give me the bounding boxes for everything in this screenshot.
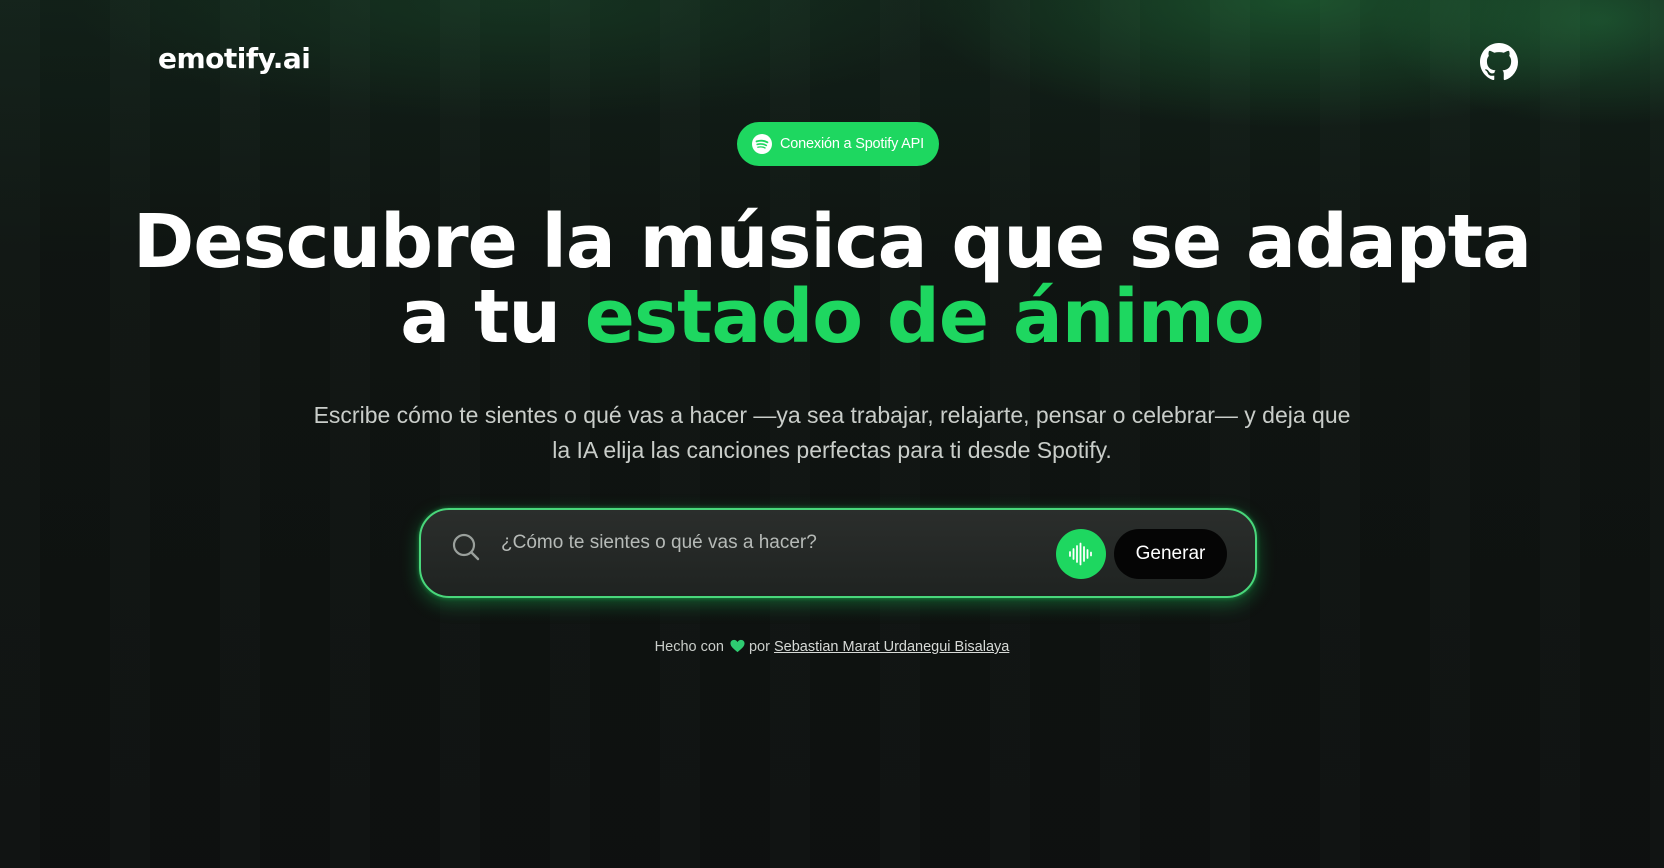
spotify-icon — [752, 134, 773, 154]
mood-search-bar: Generar — [419, 508, 1257, 598]
hero-title-line2: a tu estado de ánimo — [0, 280, 1664, 355]
github-icon[interactable] — [1480, 43, 1518, 81]
voice-input-button[interactable] — [1056, 529, 1106, 579]
footer-made-with: Hecho con — [654, 639, 724, 655]
brand-logo[interactable]: emotify.ai — [158, 42, 311, 75]
hero-subtitle: Escribe cómo te sientes o qué vas a hace… — [0, 398, 1664, 468]
spotify-api-badge[interactable]: Conexión a Spotify API — [737, 122, 939, 166]
hero-title: Descubre la música que se adapta a tu es… — [0, 205, 1664, 355]
hero-title-line1: Descubre la música que se adapta — [132, 199, 1532, 285]
hero-subtitle-line1: Escribe cómo te sientes o qué vas a hace… — [313, 402, 1351, 428]
footer-credit: Hecho con por Sebastian Marat Urdanegui B… — [0, 639, 1664, 655]
mood-input[interactable] — [499, 524, 1043, 562]
search-icon — [452, 533, 480, 561]
sound-wave-icon — [1069, 542, 1092, 566]
green-heart-icon — [730, 639, 745, 653]
hero-subtitle-line2: la IA elija las canciones perfectas para… — [552, 437, 1112, 463]
footer-by: por — [748, 639, 770, 655]
hero-title-prefix: a tu — [400, 274, 585, 360]
hero-title-highlight: estado de ánimo — [584, 274, 1265, 360]
author-link[interactable]: Sebastian Marat Urdanegui Bisalaya — [774, 639, 1009, 655]
generate-button[interactable]: Generar — [1114, 529, 1227, 579]
spotify-api-badge-label: Conexión a Spotify API — [780, 136, 924, 152]
